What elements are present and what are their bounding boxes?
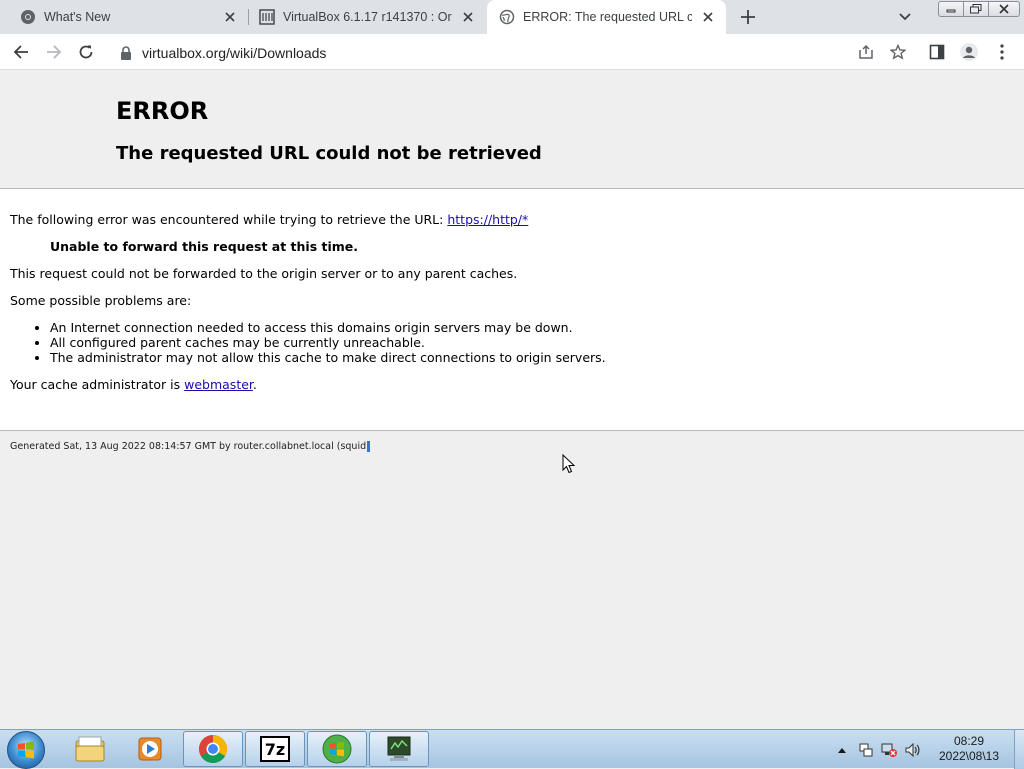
restore-icon [970, 4, 982, 14]
share-button[interactable] [852, 38, 880, 66]
arrow-right-icon [47, 45, 62, 59]
tray-action-center[interactable] [856, 730, 876, 769]
tab-error[interactable]: ERROR: The requested URL could [487, 0, 726, 34]
menu-button[interactable] [988, 38, 1016, 66]
show-desktop-button[interactable] [1014, 730, 1024, 769]
network-disconnected-icon [881, 743, 897, 757]
admin-paragraph: Your cache administrator is webmaster. [10, 377, 1010, 392]
failed-url-link[interactable]: https://http/* [447, 212, 528, 227]
error-reason: Unable to forward this request at this t… [50, 239, 359, 254]
tab-strip: What's New VirtualBox 6.1.17 r141370 : O… [0, 0, 1024, 34]
bookmark-button[interactable] [884, 38, 912, 66]
page-subtitle: The requested URL could not be retrieved [116, 143, 542, 164]
page-viewport: ERROR The requested URL could not be ret… [0, 71, 1024, 729]
taskbar-windows-update[interactable] [307, 731, 367, 767]
show-hidden-icons-button[interactable] [834, 730, 850, 769]
tray-network[interactable] [879, 730, 899, 769]
kebab-menu-icon [1000, 44, 1004, 60]
page-title: ERROR [116, 97, 209, 125]
forward-button[interactable] [40, 38, 68, 66]
admin-prefix: Your cache administrator is [10, 377, 185, 392]
restore-button[interactable] [963, 1, 989, 17]
footer-text: Generated Sat, 13 Aug 2022 08:14:57 GMT … [10, 441, 367, 452]
mouse-pointer-icon [562, 454, 576, 474]
action-center-icon [859, 743, 873, 756]
close-window-button[interactable] [988, 1, 1020, 17]
monitor-app-icon [387, 736, 411, 761]
reload-icon [79, 45, 93, 59]
arrow-left-icon [13, 45, 28, 59]
windows-logo-icon [18, 741, 34, 759]
webmaster-link[interactable]: webmaster [184, 377, 253, 392]
star-icon [890, 44, 906, 60]
chevron-up-icon [838, 747, 846, 753]
taskbar-media-player[interactable] [120, 731, 180, 767]
close-tab-icon[interactable] [460, 9, 476, 25]
list-item: All configured parent caches may be curr… [50, 335, 1010, 350]
admin-suffix: . [252, 377, 257, 392]
chrome-icon [199, 735, 227, 763]
clock-time: 08:29 [953, 734, 985, 748]
text-selection-caret [367, 441, 371, 452]
error-detail: This request could not be forwarded to t… [10, 266, 518, 281]
tab-whats-new[interactable]: What's New [0, 0, 248, 34]
error-footer: Generated Sat, 13 Aug 2022 08:14:57 GMT … [0, 430, 1024, 729]
minimize-button[interactable] [938, 1, 964, 17]
tab-virtualbox[interactable]: VirtualBox 6.1.17 r141370 : Oracle [249, 0, 486, 34]
back-button[interactable] [7, 38, 35, 66]
minimize-icon [946, 9, 956, 13]
share-icon [859, 44, 873, 59]
taskbar-chrome[interactable] [183, 731, 243, 767]
tab-title: VirtualBox 6.1.17 r141370 : Oracle [283, 10, 452, 24]
profile-button[interactable] [955, 38, 983, 66]
7zip-icon: 7z [260, 736, 290, 762]
new-tab-button[interactable] [736, 5, 760, 29]
lock-icon[interactable] [120, 45, 132, 60]
tray-volume[interactable] [903, 730, 923, 769]
footer-generated: Generated Sat, 13 Aug 2022 08:14:57 GMT … [10, 441, 371, 452]
media-player-icon [138, 737, 162, 761]
speaker-icon [905, 742, 920, 757]
intro-paragraph: The following error was encountered whil… [10, 212, 1010, 227]
explorer-icon [75, 736, 105, 762]
chrome-icon [21, 10, 35, 24]
reload-button[interactable] [72, 38, 100, 66]
intro-text: The following error was encountered whil… [10, 212, 448, 227]
windows-update-icon [322, 734, 352, 764]
close-icon [999, 4, 1009, 14]
taskbar-explorer[interactable] [60, 731, 120, 767]
taskbar: 7z 08:29 2022\08\13 [0, 729, 1024, 769]
tab-search-button[interactable] [893, 6, 917, 28]
list-item: An Internet connection needed to access … [50, 320, 1010, 335]
taskbar-clock[interactable]: 08:29 2022\08\13 [930, 734, 1008, 764]
tab-title: What's New [44, 10, 111, 24]
error-header: ERROR The requested URL could not be ret… [0, 71, 1024, 189]
side-panel-button[interactable] [923, 38, 951, 66]
side-panel-icon [929, 44, 945, 60]
close-tab-icon[interactable] [700, 9, 716, 25]
avatar-icon [960, 43, 978, 61]
error-body: The following error was encountered whil… [10, 212, 1010, 404]
address-bar[interactable]: virtualbox.org/wiki/Downloads [108, 39, 918, 66]
globe-icon [499, 9, 515, 25]
tab-title: ERROR: The requested URL could [523, 10, 692, 24]
window-controls [938, 1, 1020, 17]
browser-toolbar: virtualbox.org/wiki/Downloads [0, 34, 1024, 70]
chevron-down-icon [899, 13, 911, 21]
clock-date: 2022\08\13 [938, 749, 1000, 763]
address-url: virtualbox.org/wiki/Downloads [142, 44, 327, 61]
list-item: The administrator may not allow this cac… [50, 350, 1010, 365]
close-tab-icon[interactable] [222, 9, 238, 25]
problems-heading: Some possible problems are: [10, 293, 192, 308]
plus-icon [741, 10, 755, 24]
virtualbox-site-icon [259, 9, 275, 25]
start-button[interactable] [7, 731, 45, 769]
problems-list: An Internet connection needed to access … [50, 320, 1010, 365]
taskbar-7zip[interactable]: 7z [245, 731, 305, 767]
taskbar-monitor-app[interactable] [369, 731, 429, 767]
